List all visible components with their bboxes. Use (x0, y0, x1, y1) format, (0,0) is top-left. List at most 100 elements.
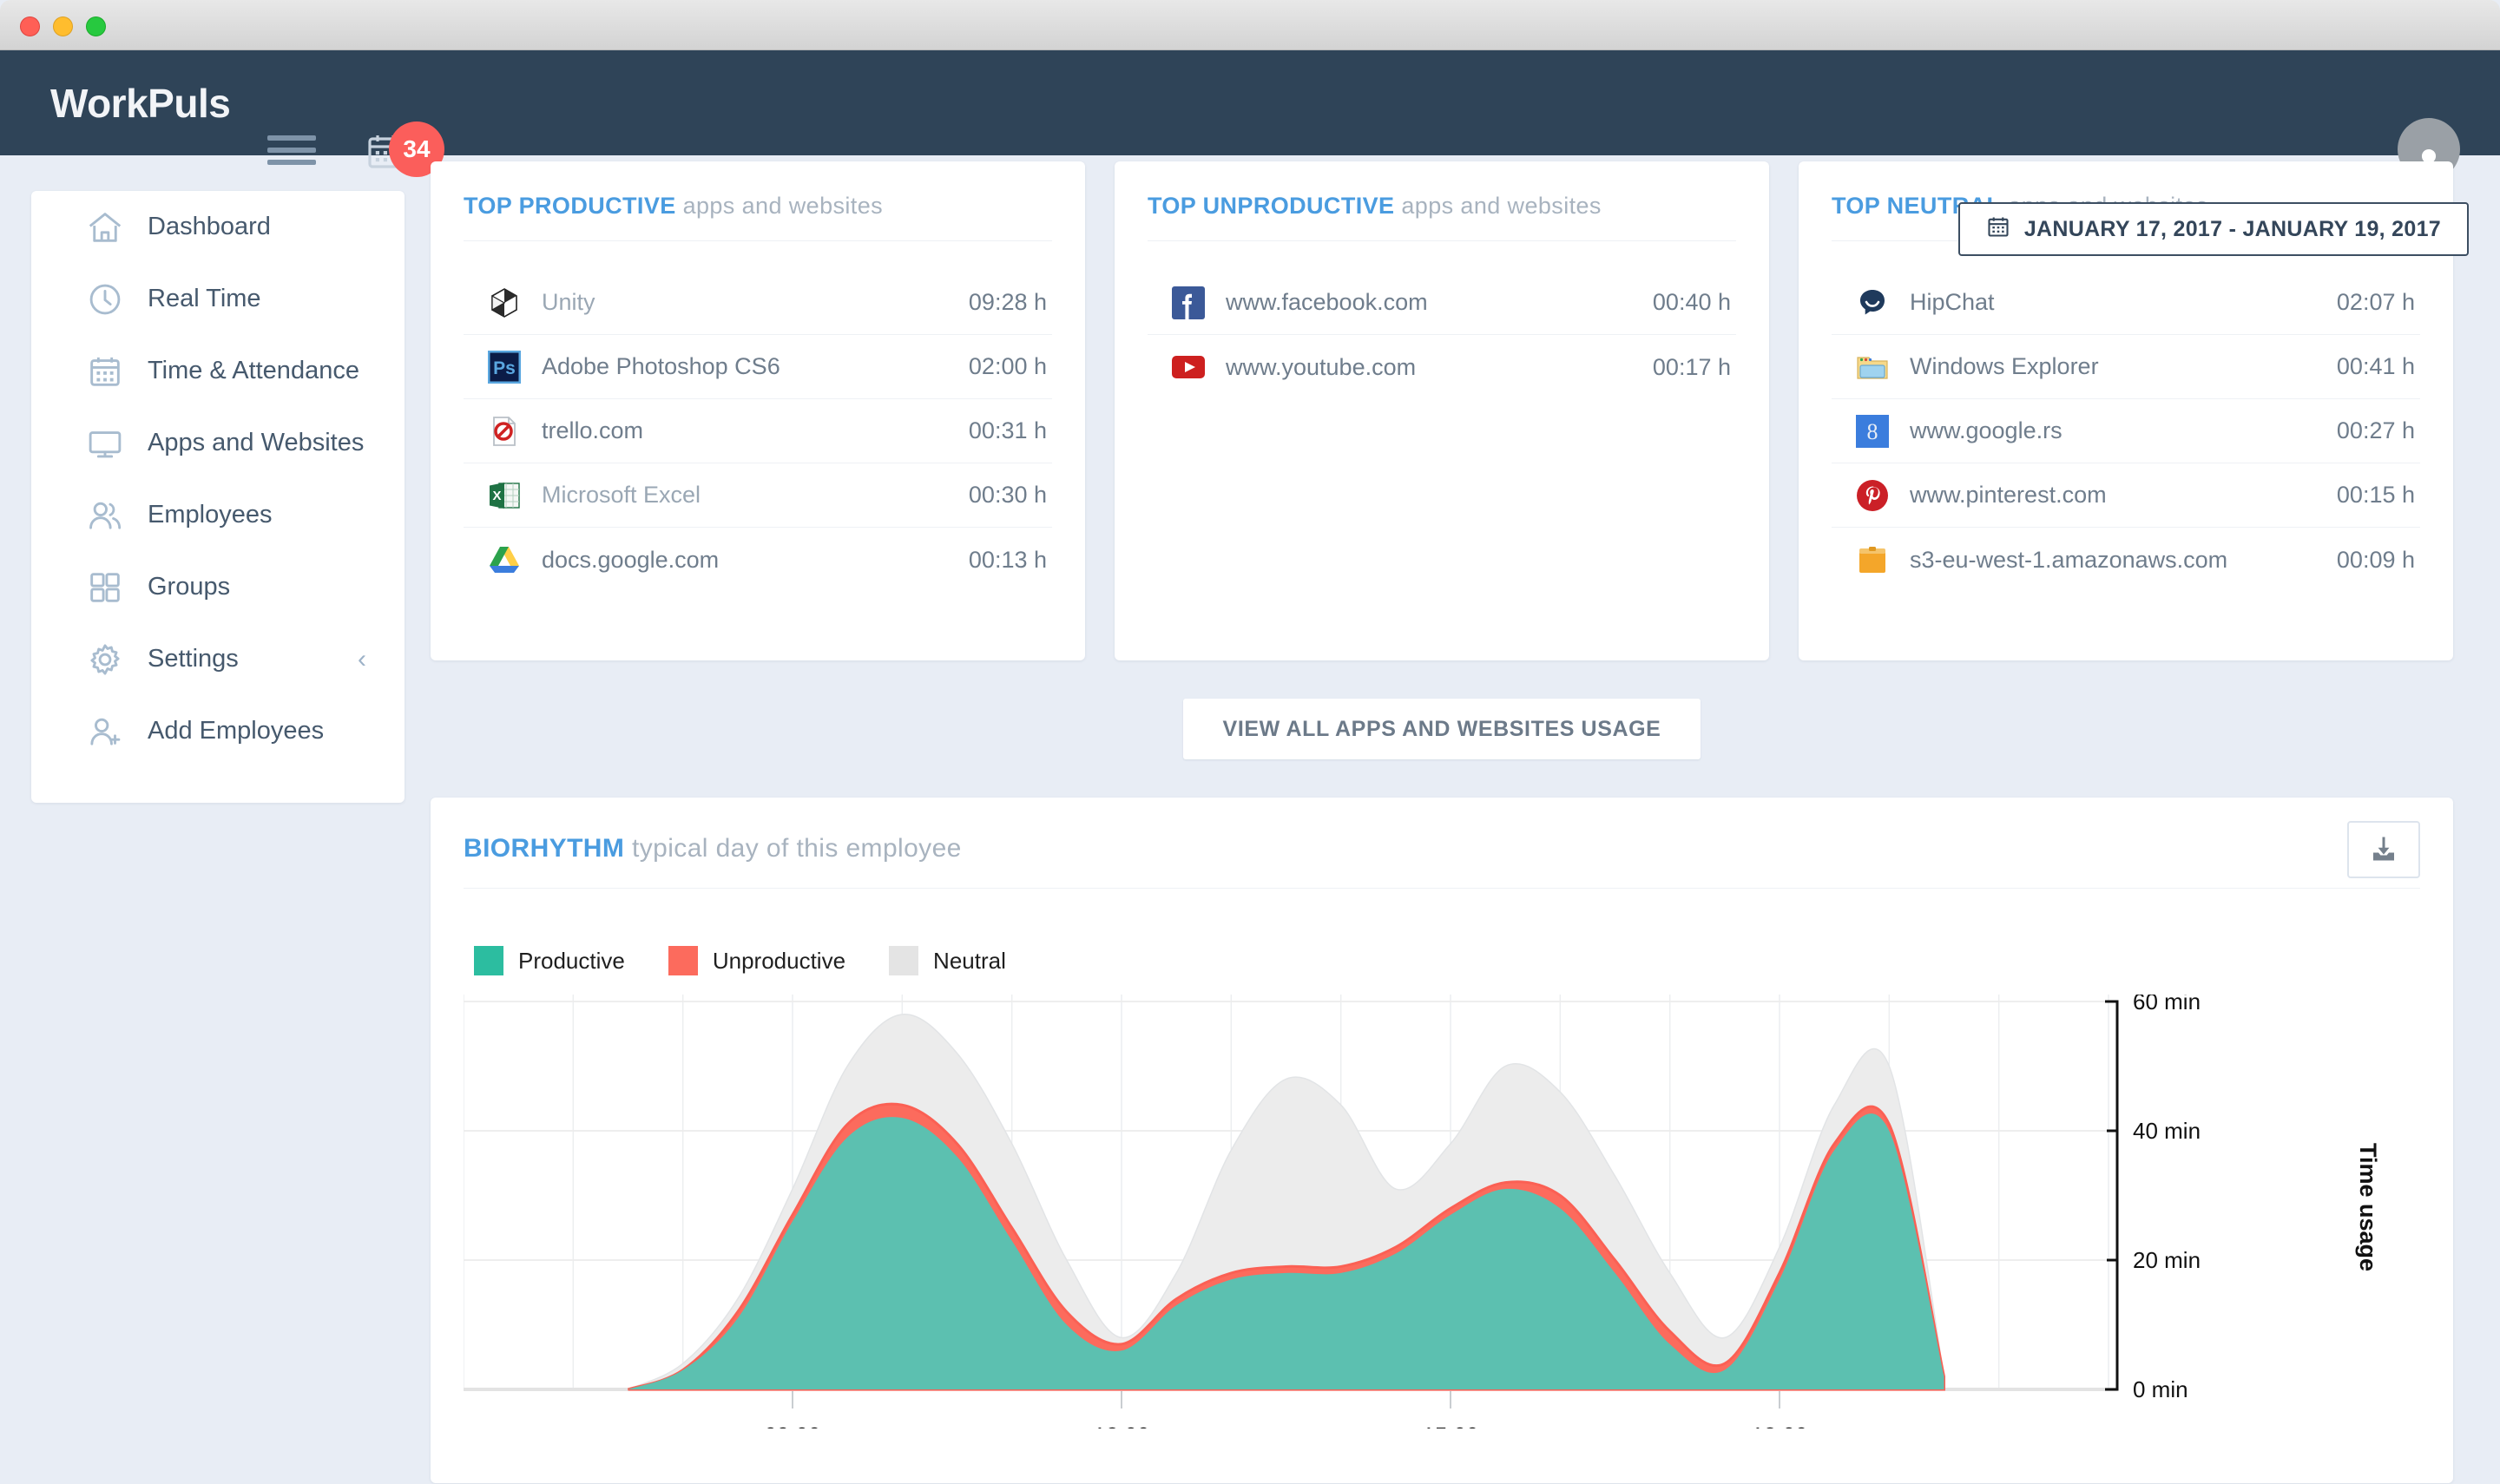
sidebar-item-time-attendance[interactable]: Time & Attendance (31, 335, 405, 407)
view-all-wrapper: VIEW ALL APPS AND WEBSITES USAGE (431, 699, 2453, 759)
download-icon (2368, 833, 2399, 867)
x-tick-label: 09:00 (764, 1422, 820, 1428)
sidebar-item-groups[interactable]: Groups (31, 551, 405, 623)
chart-legend: Productive Unproductive Neutral (464, 946, 2420, 975)
sidebar-item-real-time[interactable]: Real Time (31, 263, 405, 335)
list-item[interactable]: www.youtube.com 00:17 h (1148, 335, 1736, 399)
legend-item-neutral: Neutral (889, 946, 1006, 975)
window-minimize-button[interactable] (53, 16, 73, 36)
card-title-strong: TOP UNPRODUCTIVE (1148, 193, 1395, 219)
facebook-logo (1172, 286, 1205, 319)
app-name: Microsoft Excel (542, 482, 701, 508)
app-time: 02:00 h (968, 353, 1047, 379)
sidebar-item-label: Dashboard (148, 213, 271, 240)
sidebar-item-label: Settings (148, 645, 239, 673)
list-item[interactable]: www.pinterest.com 00:15 h (1832, 463, 2420, 528)
download-button[interactable] (2347, 821, 2420, 878)
list-item[interactable]: Unity 09:28 h (464, 271, 1052, 335)
top-unproductive-card: TOP UNPRODUCTIVE apps and websites www.f… (1115, 161, 1769, 660)
legend-item-unproductive: Unproductive (668, 946, 845, 975)
biorhythm-chart-svg: 0 min 20 min 40 min 60 min Time usage 09:00 12… (464, 995, 2381, 1428)
list-item[interactable]: www.facebook.com 00:40 h (1148, 271, 1736, 335)
sidebar: Dashboard Real Time Time & Attendance Ap… (31, 191, 405, 803)
app-name: www.pinterest.com (1910, 482, 2107, 508)
sidebar-item-label: Time & Attendance (148, 357, 359, 384)
sidebar-item-label: Employees (148, 501, 273, 529)
google-logo: 8 (1856, 414, 1889, 448)
list-item[interactable]: HipChat 02:07 h (1832, 271, 2420, 335)
biorhythm-title-soft: typical day of this employee (632, 834, 962, 863)
y-tick-label: 40 min (2133, 1118, 2201, 1144)
hamburger-icon[interactable] (267, 135, 316, 165)
list-item[interactable]: docs.google.com 00:13 h (464, 528, 1052, 592)
window-zoom-button[interactable] (86, 16, 106, 36)
sidebar-item-label: Groups (148, 573, 231, 601)
sidebar-item-employees[interactable]: Employees (31, 479, 405, 551)
window-titlebar (0, 0, 2500, 50)
list-item[interactable]: trello.com 00:31 h (464, 399, 1052, 463)
app-time: 02:07 h (2336, 289, 2415, 315)
list-item[interactable]: Ps Adobe Photoshop CS6 02:00 h (464, 335, 1052, 399)
grid-icon (85, 568, 125, 607)
y-axis-title: Time usage (2355, 1143, 2381, 1271)
card-title-strong: TOP PRODUCTIVE (464, 193, 676, 219)
calendar-icon (1986, 214, 2010, 245)
biorhythm-title-strong: BIORHYTHM (464, 834, 625, 863)
sidebar-item-dashboard[interactable]: Dashboard (31, 191, 405, 263)
date-range-picker[interactable]: JANUARY 17, 2017 - JANUARY 19, 2017 (1957, 202, 2469, 256)
y-tick-label: 0 min (2133, 1376, 2188, 1402)
list-item[interactable]: Windows Explorer 00:41 h (1832, 335, 2420, 399)
app-name: s3-eu-west-1.amazonaws.com (1910, 546, 2228, 573)
pinterest-logo (1856, 479, 1889, 512)
sidebar-item-apps-and-websites[interactable]: Apps and Websites (31, 407, 405, 479)
card-title-soft: apps and websites (1401, 193, 1602, 219)
app-name: www.google.rs (1910, 417, 2062, 443)
app-name: trello.com (542, 417, 644, 443)
sidebar-item-settings[interactable]: Settings ‹ (31, 623, 405, 695)
sidebar-item-label: Real Time (148, 285, 261, 312)
main-content: TOP PRODUCTIVE apps and websites Unity 0… (431, 161, 2453, 1483)
chevron-left-icon[interactable]: ‹ (358, 646, 366, 673)
monitor-icon (85, 424, 125, 463)
hipchat-logo (1856, 286, 1889, 319)
list-item[interactable]: 8 www.google.rs 00:27 h (1832, 399, 2420, 463)
view-all-apps-and-websites-usage-button[interactable]: VIEW ALL APPS AND WEBSITES USAGE (1182, 699, 1701, 759)
y-tick-label: 60 min (2133, 995, 2201, 1015)
unity-logo (488, 286, 521, 319)
svg-text:X: X (492, 489, 501, 503)
card-title: TOP UNPRODUCTIVE apps and websites (1148, 161, 1736, 241)
window-close-button[interactable] (20, 16, 40, 36)
biorhythm-chart: 0 min 20 min 40 min 60 min Time usage 09:00 12… (464, 995, 2420, 1428)
legend-swatch (668, 946, 698, 975)
card-title: TOP PRODUCTIVE apps and websites (464, 161, 1052, 241)
biorhythm-title: BIORHYTHM typical day of this employee (464, 798, 2420, 889)
app-name: Adobe Photoshop CS6 (542, 353, 780, 379)
list-item[interactable]: X Microsoft Excel 00:30 h (464, 463, 1052, 528)
legend-swatch (889, 946, 919, 975)
aws-s3-logo (1856, 543, 1889, 576)
chart-areas (628, 1014, 1945, 1391)
app-name: www.youtube.com (1226, 353, 1417, 380)
app-list: Unity 09:28 h Ps Adobe Photoshop CS6 02:… (464, 271, 1052, 592)
clock-icon (85, 279, 125, 319)
sidebar-item-label: Apps and Websites (148, 429, 365, 456)
excel-logo: X (488, 479, 521, 512)
app-logo[interactable]: WorkPuls (50, 80, 231, 127)
biorhythm-panel: BIORHYTHM typical day of this employee P… (431, 798, 2453, 1483)
sidebar-item-add-employees[interactable]: Add Employees (31, 695, 405, 767)
list-item[interactable]: s3-eu-west-1.amazonaws.com 00:09 h (1832, 528, 2420, 592)
card-title-soft: apps and websites (682, 193, 884, 219)
top-productive-card: TOP PRODUCTIVE apps and websites Unity 0… (431, 161, 1085, 660)
app-time: 00:31 h (968, 417, 1047, 443)
app-time: 00:40 h (1652, 289, 1731, 315)
folder-icon (1856, 351, 1889, 384)
google-drive-logo (488, 543, 521, 576)
y-tick-label: 20 min (2133, 1247, 2201, 1273)
user-plus-icon (85, 712, 125, 752)
photoshop-logo: Ps (488, 350, 521, 384)
app-name: docs.google.com (542, 546, 720, 573)
app-time: 00:30 h (968, 482, 1047, 508)
legend-swatch (474, 946, 503, 975)
legend-label: Unproductive (712, 947, 846, 974)
app-time: 00:09 h (2336, 546, 2415, 573)
